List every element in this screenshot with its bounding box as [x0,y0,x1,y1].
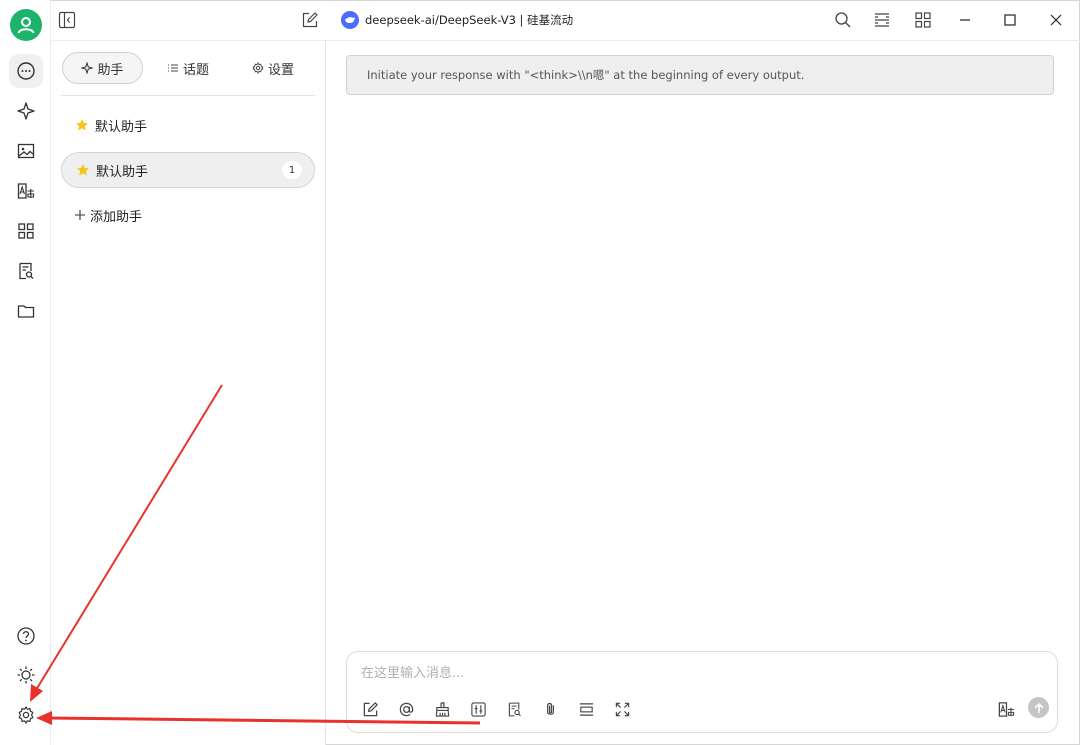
assistant-item-selected[interactable]: 默认助手 1 [61,152,315,188]
rail-files-button[interactable] [9,294,43,328]
rail-help-button[interactable] [9,619,43,653]
user-icon [17,17,35,34]
assistant-panel [51,41,326,745]
knowledge-tool[interactable] [503,698,525,720]
assistant-item-label: 默认助手 [96,164,149,180]
rail-knowledge-button[interactable] [9,254,43,288]
translate-input-tool[interactable] [995,698,1017,720]
message-input-placeholder[interactable]: 在这里输入消息... [361,662,464,681]
rail-translate-button[interactable] [9,174,43,208]
star-icon [77,164,89,176]
context-tool[interactable] [575,698,597,720]
search-icon [835,12,851,28]
paperclip-icon [546,702,554,715]
assistant-item[interactable]: 默认助手 [61,107,315,143]
fullscreen-tool[interactable] [611,698,633,720]
edit-icon [363,701,378,716]
panel-divider [61,95,315,96]
system-prompt-box[interactable]: Initiate your response with "<think>\\n嗯… [346,55,1054,95]
minapp-button[interactable] [913,10,933,30]
sliders-icon [470,701,486,717]
narrow-mode-button[interactable] [872,10,892,30]
new-chat-button[interactable] [300,10,320,30]
sparkle-icon [81,62,94,74]
sidebar-toggle-icon [58,11,76,29]
broom-icon [435,701,449,717]
send-button[interactable] [1028,697,1049,718]
tab-settings[interactable]: 设置 [252,52,294,84]
maximize-icon [1004,14,1016,26]
minimize-button[interactable] [955,10,975,30]
tab-topics-label: 话题 [183,62,210,78]
new-topic-tool[interactable] [359,698,381,720]
search-button[interactable] [833,10,853,30]
close-button[interactable] [1046,10,1066,30]
fullscreen-icon [615,702,629,716]
add-assistant-label: 添加助手 [90,209,143,225]
rail-theme-button[interactable] [9,658,43,692]
tab-assistants-label: 助手 [97,62,124,78]
expand-vertical-icon [579,702,593,716]
star-icon [76,119,88,131]
translate-icon [17,183,35,199]
gear-icon [252,62,264,74]
rail-agents-button[interactable] [9,94,43,128]
grid-icon [915,12,931,28]
deepseek-logo-icon [341,11,359,29]
assistant-item-label: 默认助手 [95,119,148,135]
apps-icon [18,223,34,239]
chat-icon [17,62,35,80]
narrow-mode-icon [875,13,889,27]
rail-settings-button[interactable] [9,698,43,732]
edit-icon [302,12,318,28]
mention-model-tool[interactable] [395,698,417,720]
image-icon [17,143,35,159]
knowledge-icon [19,262,34,280]
list-icon [168,64,178,72]
rail-paint-button[interactable] [9,134,43,168]
settings-icon [18,706,34,724]
attachment-tool[interactable] [539,698,561,720]
tab-settings-label: 设置 [268,62,295,78]
maximize-button[interactable] [1000,10,1020,30]
close-icon [1050,14,1062,26]
system-prompt-text: Initiate your response with "<think>\\n嗯… [367,68,805,82]
folder-icon [17,305,35,318]
user-avatar[interactable] [10,9,42,41]
sparkle-icon [17,102,35,120]
tab-assistants[interactable]: 助手 [62,52,143,84]
clear-tool[interactable] [431,698,453,720]
rail-apps-button[interactable] [9,214,43,248]
toggle-sidebar-button[interactable] [57,10,77,30]
at-icon [399,702,413,716]
add-assistant-button[interactable]: 添加助手 [74,205,142,225]
tab-topics[interactable]: 话题 [167,52,209,84]
help-icon [17,627,35,645]
model-title[interactable]: deepseek-ai/DeepSeek-V3 | 硅基流动 [341,10,573,30]
rail-chat-button[interactable] [9,54,43,88]
topic-count-badge: 1 [282,161,302,179]
plus-icon [75,210,85,220]
minimize-icon [960,19,970,21]
arrow-up-icon [1034,702,1043,713]
translate-icon [998,701,1014,717]
model-title-text: deepseek-ai/DeepSeek-V3 | 硅基流动 [365,13,574,27]
settings-tool[interactable] [467,698,489,720]
theme-icon [17,666,35,684]
knowledge-icon [508,702,521,716]
